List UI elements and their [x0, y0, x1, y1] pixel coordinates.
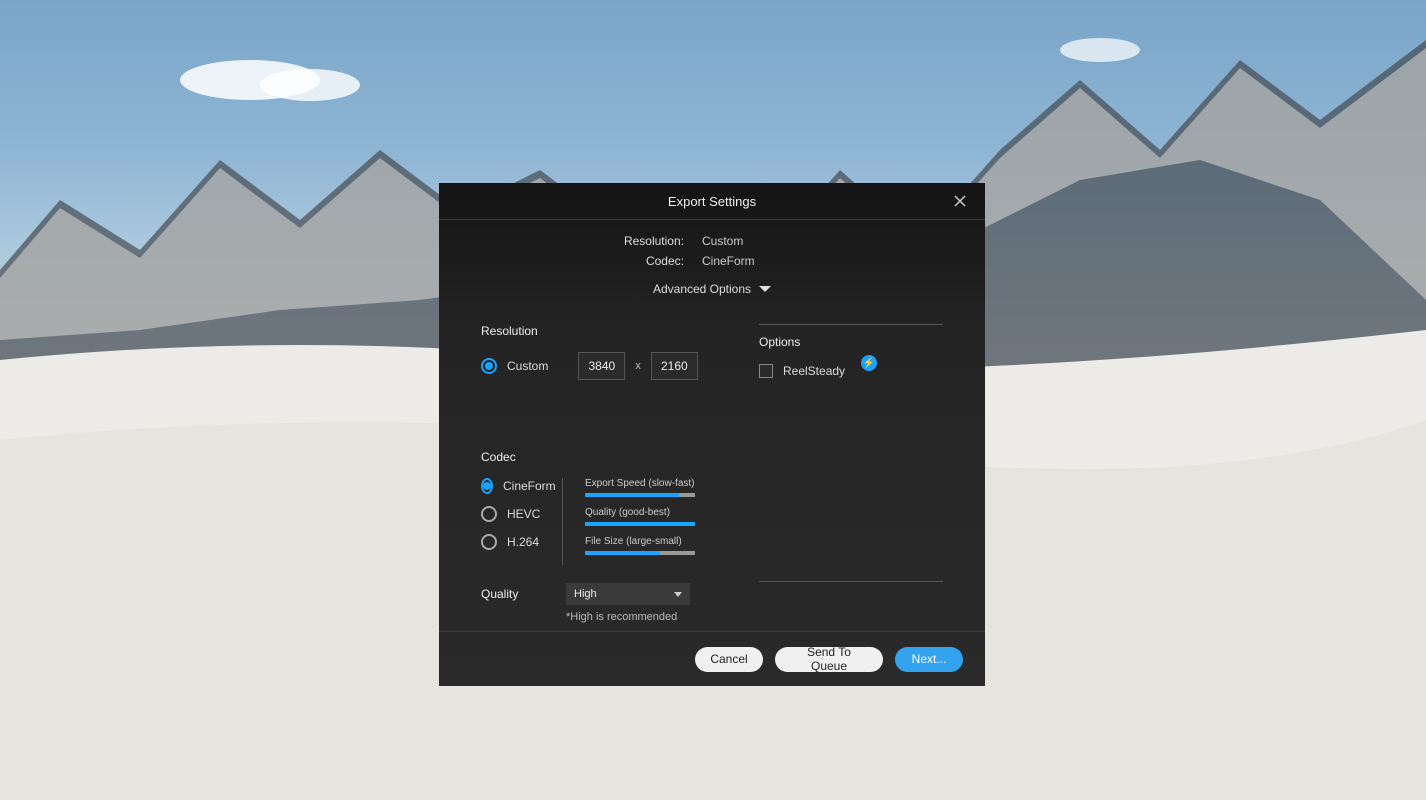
meter-file-size-label: File Size (large-small): [585, 536, 759, 547]
resolution-custom-radio[interactable]: Custom: [481, 358, 548, 374]
close-button[interactable]: [945, 183, 975, 219]
codec-h264-label: H.264: [507, 535, 539, 549]
chevron-down-icon: [759, 286, 771, 292]
meter-quality-label: Quality (good-best): [585, 507, 759, 518]
dialog-title: Export Settings: [668, 194, 756, 209]
codec-cineform-label: CineForm: [503, 479, 556, 493]
quality-row: Quality High *High is recommended: [481, 583, 759, 623]
resolution-custom-label: Custom: [507, 359, 548, 373]
meter-quality: Quality (good-best): [585, 507, 759, 526]
chevron-down-icon: [674, 592, 682, 597]
codec-meters: Export Speed (slow-fast) Quality (good-b…: [581, 478, 759, 565]
codec-hevc-radio[interactable]: HEVC: [481, 506, 552, 522]
meter-export-speed-label: Export Speed (slow-fast): [585, 478, 759, 489]
codec-h264-radio[interactable]: H.264: [481, 534, 552, 550]
quality-select[interactable]: High: [566, 583, 690, 605]
radio-icon: [481, 506, 497, 522]
summary-codec-value: CineForm: [702, 254, 755, 268]
cancel-button[interactable]: Cancel: [695, 647, 763, 672]
resolution-heading: Resolution: [481, 324, 759, 338]
meter-file-size-fill: [585, 551, 660, 555]
radio-icon: [481, 478, 493, 494]
meter-export-speed: Export Speed (slow-fast): [585, 478, 759, 497]
dialog-header: Export Settings: [439, 183, 985, 220]
codec-hevc-label: HEVC: [507, 507, 540, 521]
radio-icon: [481, 534, 497, 550]
options-divider-top: [759, 324, 943, 325]
summary-section: Resolution: Custom Codec: CineForm: [439, 220, 985, 282]
resolution-height-input[interactable]: [651, 352, 698, 380]
quality-heading: Quality: [481, 583, 566, 601]
checkbox-icon: [759, 364, 773, 378]
export-settings-dialog: Export Settings Resolution: Custom Codec…: [439, 183, 985, 686]
summary-resolution-label: Resolution:: [439, 234, 702, 248]
summary-resolution-value: Custom: [702, 234, 743, 248]
radio-icon: [481, 358, 497, 374]
quality-selected-value: High: [574, 588, 597, 600]
reelsteady-label: ReelSteady: [783, 364, 845, 378]
advanced-options-label: Advanced Options: [653, 282, 751, 296]
summary-codec-label: Codec:: [439, 254, 702, 268]
meter-export-speed-fill: [585, 493, 679, 497]
codec-radio-group: CineForm HEVC H.264: [481, 478, 563, 565]
right-column: Options ReelSteady ⚡: [759, 306, 943, 631]
options-divider-bottom: [759, 581, 943, 582]
codec-block: CineForm HEVC H.264 Export Speed (slow-f…: [481, 478, 759, 565]
options-heading: Options: [759, 335, 943, 349]
codec-heading: Codec: [481, 450, 759, 464]
close-icon: [954, 195, 966, 207]
codec-cineform-radio[interactable]: CineForm: [481, 478, 552, 494]
reelsteady-checkbox-row[interactable]: ReelSteady ⚡: [759, 363, 943, 379]
meter-quality-fill: [585, 522, 695, 526]
dialog-body: Resolution Custom x Codec CineForm: [439, 306, 985, 631]
meter-file-size: File Size (large-small): [585, 536, 759, 555]
quality-note: *High is recommended: [566, 611, 759, 623]
send-to-queue-button[interactable]: Send To Queue: [775, 647, 883, 672]
bolt-icon: ⚡: [861, 355, 877, 371]
next-button[interactable]: Next...: [895, 647, 963, 672]
resolution-custom-row: Custom x: [481, 352, 759, 380]
advanced-options-toggle[interactable]: Advanced Options: [439, 282, 985, 306]
left-column: Resolution Custom x Codec CineForm: [481, 306, 759, 631]
resolution-width-input[interactable]: [578, 352, 625, 380]
resolution-x-separator: x: [635, 360, 641, 372]
dialog-footer: Cancel Send To Queue Next...: [439, 631, 985, 686]
